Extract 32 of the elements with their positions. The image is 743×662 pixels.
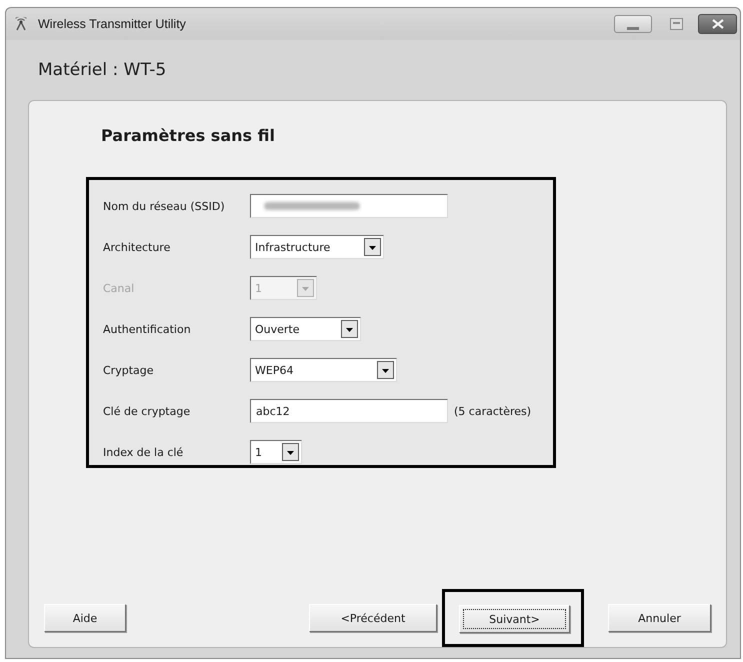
window-title: Wireless Transmitter Utility [38, 17, 186, 31]
input-field[interactable]: abc12 [250, 399, 448, 423]
section-heading: Paramètres sans fil [101, 126, 275, 146]
dialog-button[interactable]: <Précédent [309, 604, 437, 632]
caret-icon [297, 279, 314, 297]
field-label: Canal [103, 282, 136, 294]
dialog-button[interactable]: Aide [44, 604, 126, 632]
close-icon [712, 19, 724, 29]
field-label: Authentification [103, 322, 192, 336]
close-button[interactable] [698, 14, 737, 34]
caret-icon [364, 238, 381, 256]
device-label: Matériel : WT-5 [38, 60, 166, 80]
input-field[interactable] [250, 194, 448, 218]
dropdown[interactable]: Infrastructure [250, 235, 384, 259]
minimize-icon [627, 27, 639, 32]
dialog-button[interactable]: Suivant> [459, 605, 570, 633]
dialog-button[interactable]: Annuler [608, 604, 711, 632]
field-note: (5 caractères) [454, 404, 532, 418]
field-label: Clé de cryptage [103, 404, 192, 418]
maximize-icon[interactable] [670, 18, 683, 30]
dropdown[interactable]: 1 [250, 440, 302, 464]
field-label: Nom du réseau (SSID) [103, 200, 226, 212]
field-label: Index de la clé [103, 446, 184, 458]
antenna-icon [14, 17, 28, 31]
caret-icon [341, 320, 358, 338]
dropdown[interactable]: Ouverte [250, 317, 361, 341]
caret-icon [282, 443, 299, 461]
field-label: Architecture [103, 240, 172, 254]
field-label: Cryptage [103, 364, 154, 376]
dropdown[interactable]: WEP64 [250, 358, 397, 382]
caret-icon [377, 361, 394, 379]
minimize-button[interactable] [614, 15, 652, 33]
